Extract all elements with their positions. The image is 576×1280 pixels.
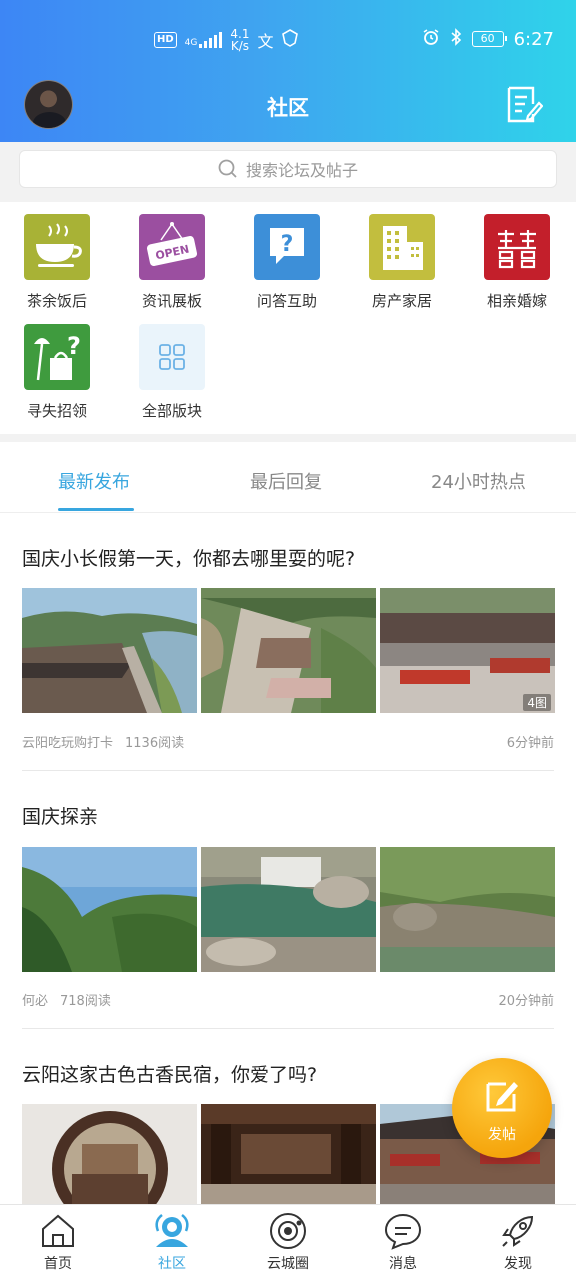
bluetooth-icon	[450, 28, 462, 50]
post-meta: 云阳吃玩购打卡 1136阅读	[22, 732, 184, 751]
building-icon	[369, 214, 435, 280]
post-reads: 1136阅读	[125, 736, 185, 751]
search-area: 搜索论坛及帖子	[0, 142, 576, 202]
tab-active-indicator	[58, 508, 134, 511]
svg-text:?: ?	[67, 332, 81, 360]
category-zixunzhanban[interactable]: OPEN 资讯展板	[122, 214, 222, 311]
category-label: 资讯展板	[141, 292, 202, 310]
post-divider	[22, 1028, 554, 1029]
category-label: 全部版块	[141, 402, 202, 420]
post-time: 20分钟前	[498, 994, 554, 1009]
community-icon	[152, 1211, 192, 1251]
compose-note-icon[interactable]	[505, 84, 544, 124]
edit-icon	[486, 1082, 518, 1112]
post-image[interactable]	[201, 847, 376, 972]
new-post-label: 发帖	[488, 1127, 516, 1143]
nav-messages[interactable]: 消息	[353, 1211, 453, 1273]
double-happiness-icon	[484, 214, 550, 280]
tab-latest[interactable]: 最新发布	[58, 468, 130, 494]
status-bar: HD 4G 4.1 K/s 文 60 6:27	[0, 28, 576, 60]
post-time: 6分钟前	[506, 736, 554, 751]
post-image[interactable]	[22, 588, 197, 713]
message-icon	[383, 1211, 423, 1251]
tea-cup-icon	[24, 214, 90, 280]
post-title[interactable]: 国庆探亲	[22, 802, 98, 829]
post-title[interactable]: 云阳这家古色古香民宿，你爱了吗?	[22, 1060, 317, 1087]
speed-unit: K/s	[230, 39, 249, 53]
category-label: 茶余饭后	[26, 292, 87, 310]
post-title[interactable]: 国庆小长假第一天，你都去哪里耍的呢?	[22, 544, 355, 571]
nav-label: 首页	[44, 1256, 72, 1272]
nav-yunchengquan[interactable]: 云城圈	[238, 1211, 338, 1273]
nav-label: 社区	[158, 1256, 186, 1272]
nav-discover[interactable]: 发现	[468, 1211, 568, 1273]
planet-icon	[268, 1211, 308, 1251]
nav-label: 发现	[504, 1256, 532, 1272]
svg-text:?: ?	[281, 232, 294, 257]
question-bubble-icon: ?	[254, 214, 320, 280]
category-label: 问答互助	[256, 292, 317, 310]
category-fangchanjiaju[interactable]: 房产家居	[352, 214, 452, 311]
image-count-badge: 4图	[523, 694, 551, 711]
tab-24h-hot[interactable]: 24小时热点	[431, 468, 526, 494]
post-image[interactable]	[22, 1104, 197, 1204]
post-author: 何必	[22, 994, 49, 1009]
section-divider	[0, 434, 576, 442]
category-chayufanhou[interactable]: 茶余饭后	[7, 214, 107, 311]
category-label: 相亲婚嫁	[486, 292, 547, 310]
category-all-boards[interactable]: 全部版块	[122, 324, 222, 421]
post-image[interactable]	[201, 588, 376, 713]
post-author: 云阳吃玩购打卡	[22, 736, 114, 751]
new-post-button[interactable]: 发帖	[452, 1058, 552, 1158]
bottom-nav: 首页 社区 云城圈 消息 发现	[0, 1204, 576, 1280]
signal-icon: 4G	[185, 32, 223, 48]
translate-icon: 文	[257, 32, 274, 51]
nav-community[interactable]: 社区	[122, 1211, 222, 1273]
clock: 6:27	[513, 28, 554, 50]
nav-home[interactable]: 首页	[8, 1211, 108, 1273]
open-sign-icon: OPEN	[139, 214, 205, 280]
category-label: 房产家居	[371, 292, 432, 310]
network-generation: 4G	[184, 38, 198, 48]
home-icon	[38, 1211, 78, 1251]
nav-label: 消息	[389, 1256, 417, 1272]
lost-found-icon: ?	[24, 324, 90, 390]
category-xiangqinhunjia[interactable]: 相亲婚嫁	[467, 214, 567, 311]
post-image[interactable]: 4图	[380, 588, 555, 713]
search-placeholder: 搜索论坛及帖子	[245, 161, 358, 180]
grid-icon	[139, 324, 205, 390]
category-wendahuzhu[interactable]: ? 问答互助	[237, 214, 337, 311]
post-image[interactable]	[380, 847, 555, 972]
page-title: 社区	[267, 96, 309, 120]
alarm-icon	[422, 28, 440, 50]
search-icon	[218, 159, 237, 178]
hd-indicator: HD	[154, 32, 177, 48]
shield-icon	[281, 29, 299, 51]
post-image[interactable]	[201, 1104, 376, 1204]
post-divider	[22, 770, 554, 771]
battery-icon: 60	[471, 31, 507, 47]
category-label: 寻失招领	[26, 402, 87, 420]
post-meta: 何必 718阅读	[22, 990, 111, 1009]
post-reads: 718阅读	[60, 994, 111, 1009]
category-xunshizhaoling[interactable]: ? 寻失招领	[7, 324, 107, 421]
tab-last-reply[interactable]: 最后回复	[250, 468, 322, 494]
search-input[interactable]: 搜索论坛及帖子	[19, 150, 557, 188]
rocket-icon	[498, 1211, 538, 1251]
tabs-divider	[0, 512, 576, 513]
network-speed: 4.1 K/s	[230, 28, 249, 52]
nav-label: 云城圈	[267, 1256, 309, 1272]
post-image[interactable]	[22, 847, 197, 972]
